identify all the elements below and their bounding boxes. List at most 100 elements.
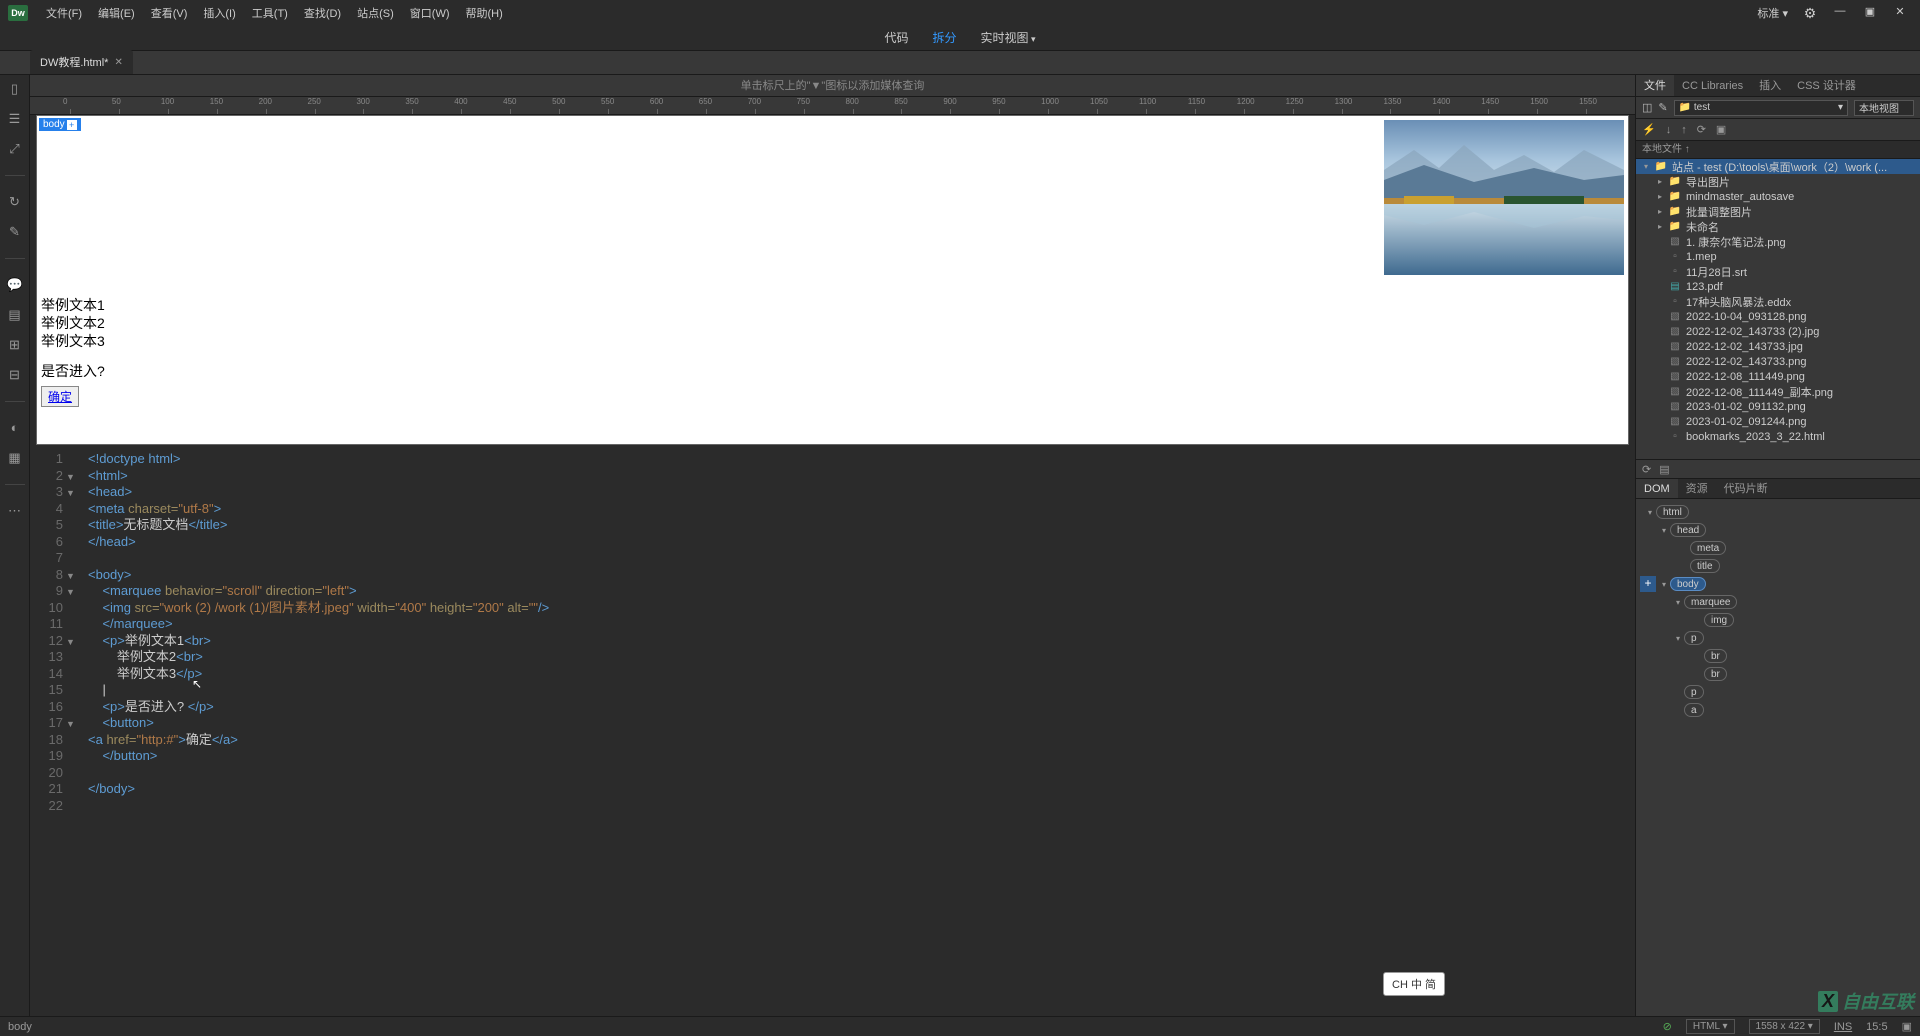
minimize-button[interactable]: — (1828, 5, 1852, 21)
expand-tree-icon[interactable]: ▣ (1716, 123, 1726, 136)
add-node-button[interactable]: + (1640, 576, 1656, 592)
file-row[interactable]: ▧2022-10-04_093128.png (1636, 309, 1920, 324)
maximize-button[interactable]: ▣ (1858, 5, 1882, 21)
dom-tab-1[interactable]: 资源 (1678, 479, 1716, 498)
menu-工具(T)[interactable]: 工具(T) (244, 8, 296, 20)
expand-icon[interactable]: ⤢ (7, 141, 23, 157)
file-row[interactable]: ▧1. 康奈尔笔记法.png (1636, 234, 1920, 249)
log-icon[interactable]: ▤ (1659, 463, 1669, 476)
dom-node-meta[interactable]: meta (1690, 541, 1726, 555)
dom-node-head[interactable]: head (1670, 523, 1706, 537)
file-row[interactable]: ▧2022-12-08_111449.png (1636, 369, 1920, 384)
more-icon[interactable]: ⋯ (7, 503, 23, 519)
code-content[interactable]: <!doctype html> <html> <head> <meta char… (80, 447, 1635, 1016)
preview-icon[interactable]: ▦ (7, 450, 23, 466)
preview-paragraph: 举例文本1 举例文本2 举例文本3 (41, 296, 105, 351)
live-preview[interactable]: body + (36, 115, 1629, 445)
folder-row[interactable]: ▸📁导出图片 (1636, 174, 1920, 189)
grid-icon[interactable]: ⊞ (7, 337, 23, 353)
file-row[interactable]: ▧2022-12-02_143733 (2).jpg (1636, 324, 1920, 339)
file-tree[interactable]: ▾📁 站点 - test (D:\tools\桌面\work（2）\work (… (1636, 159, 1920, 459)
dom-node-p1[interactable]: p (1684, 631, 1704, 645)
status-lang[interactable]: HTML ▾ (1686, 1019, 1735, 1034)
status-ins[interactable]: INS (1834, 1021, 1852, 1033)
file-row[interactable]: ▤123.pdf (1636, 279, 1920, 294)
file-row[interactable]: ▫17种头脑风暴法.eddx (1636, 294, 1920, 309)
menu-查看(V)[interactable]: 查看(V) (143, 8, 196, 20)
panel-tab-0[interactable]: 文件 (1636, 75, 1674, 96)
menu-插入(I)[interactable]: 插入(I) (195, 8, 243, 20)
menu-站点(S)[interactable]: 站点(S) (349, 8, 402, 20)
dom-node-p2[interactable]: p (1684, 685, 1704, 699)
file-row[interactable]: ▧2022-12-02_143733.png (1636, 354, 1920, 369)
file-icon[interactable]: ▯ (7, 81, 23, 97)
view-dropdown[interactable]: 本地视图 (1854, 100, 1914, 116)
code-editor[interactable]: 1 2▼3▼4 5 6 7 8▼9▼10 11 12▼13 14 15 16 1… (30, 447, 1635, 1016)
folder-row[interactable]: ▸📁mindmaster_autosave (1636, 189, 1920, 204)
panel-tab-2[interactable]: 插入 (1751, 75, 1789, 96)
local-files-header[interactable]: 本地文件 ↑ (1636, 141, 1920, 159)
panel-tab-3[interactable]: CSS 设计器 (1789, 75, 1864, 96)
view-live[interactable]: 实时视图 (974, 27, 1041, 48)
folder-row[interactable]: ▸📁未命名 (1636, 219, 1920, 234)
ruler-icon[interactable]: ⊟ (7, 367, 23, 383)
menu-窗口(W)[interactable]: 窗口(W) (402, 8, 458, 20)
dom-node-marquee[interactable]: marquee (1684, 595, 1737, 609)
file-row[interactable]: ▧2022-12-02_143733.jpg (1636, 339, 1920, 354)
dom-node-html[interactable]: html (1656, 505, 1689, 519)
file-tab[interactable]: DW教程.html* ✕ (30, 50, 133, 74)
file-row[interactable]: ▫1.mep (1636, 249, 1920, 264)
body-tag-label: body (43, 119, 65, 130)
view-split[interactable]: 拆分 (926, 27, 962, 48)
body-tag-indicator[interactable]: body + (39, 118, 81, 131)
status-path[interactable]: body (8, 1021, 32, 1033)
file-row[interactable]: ▫bookmarks_2023_3_22.html (1636, 429, 1920, 444)
dom-tab-0[interactable]: DOM (1636, 479, 1678, 498)
view-code[interactable]: 代码 (878, 27, 914, 48)
define-icon[interactable]: ✎ (1658, 101, 1667, 114)
file-row[interactable]: ▧2023-01-02_091132.png (1636, 399, 1920, 414)
put-icon[interactable]: ↑ (1681, 124, 1687, 136)
status-view-icon[interactable]: ▣ (1902, 1020, 1912, 1033)
menu-文件(F)[interactable]: 文件(F) (38, 8, 90, 20)
close-tab-icon[interactable]: ✕ (114, 57, 122, 68)
right-panel-tabs: 文件CC Libraries插入CSS 设计器 (1636, 75, 1920, 97)
brush-icon[interactable]: ✎ (7, 224, 23, 240)
watermark: X自由互联 (1818, 988, 1914, 1014)
panel-tab-1[interactable]: CC Libraries (1674, 75, 1751, 96)
server-icon[interactable]: ◫ (1642, 101, 1652, 114)
menu-编辑(E)[interactable]: 编辑(E) (90, 8, 143, 20)
folder-row[interactable]: ▸📁批量调整图片 (1636, 204, 1920, 219)
menu-查找(D)[interactable]: 查找(D) (296, 8, 349, 20)
refresh-icon[interactable]: ↻ (7, 194, 23, 210)
dom-tab-2[interactable]: 代码片断 (1716, 479, 1776, 498)
dom-node-br2[interactable]: br (1704, 667, 1727, 681)
file-row[interactable]: ▫11月28日.srt (1636, 264, 1920, 279)
color-icon[interactable]: ◐ (7, 420, 23, 436)
plus-icon[interactable]: + (67, 120, 77, 130)
status-size[interactable]: 1558 x 422 ▾ (1749, 1019, 1820, 1034)
ruler[interactable]: 0501001502002503003504004505005506006507… (30, 97, 1635, 115)
close-button[interactable]: ✕ (1888, 5, 1912, 21)
dom-tree[interactable]: ▾html ▾head meta title +▾body ▾marquee i… (1636, 499, 1920, 1016)
manage-icon[interactable]: ☰ (7, 111, 23, 127)
file-row[interactable]: ▧2022-12-08_111449_副本.png (1636, 384, 1920, 399)
comment-icon[interactable]: 💬 (7, 277, 23, 293)
dom-node-img[interactable]: img (1704, 613, 1734, 627)
sync-icon[interactable]: ⟳ (1697, 123, 1706, 136)
menu-帮助(H)[interactable]: 帮助(H) (458, 8, 511, 20)
site-root[interactable]: ▾📁 站点 - test (D:\tools\桌面\work（2）\work (… (1636, 159, 1920, 174)
dom-node-a[interactable]: a (1684, 703, 1704, 717)
site-dropdown[interactable]: 📁 test▾ (1674, 100, 1848, 116)
gear-icon[interactable]: ⚙ (1798, 5, 1822, 21)
dom-node-title[interactable]: title (1690, 559, 1720, 573)
layout-icon[interactable]: ▤ (7, 307, 23, 323)
file-row[interactable]: ▧2023-01-02_091244.png (1636, 414, 1920, 429)
dom-node-body[interactable]: body (1670, 577, 1706, 591)
connect-icon[interactable]: ⚡ (1642, 123, 1656, 136)
preview-confirm-button[interactable]: 确定 (41, 386, 79, 407)
workspace-switcher[interactable]: 标准 ▾ (1753, 5, 1792, 21)
refresh-tree-icon[interactable]: ⟳ (1642, 463, 1651, 476)
get-icon[interactable]: ↓ (1666, 124, 1672, 136)
dom-node-br1[interactable]: br (1704, 649, 1727, 663)
